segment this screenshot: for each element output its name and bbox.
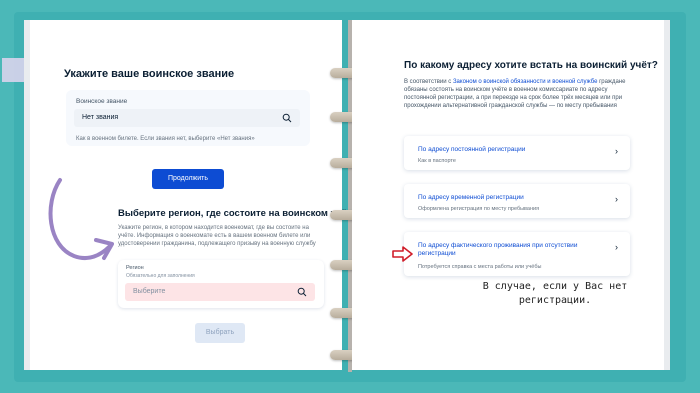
region-title: Выберите регион, где состоите на воинско… (118, 208, 357, 219)
region-field-label: Регион (126, 265, 144, 271)
search-icon[interactable] (297, 287, 307, 297)
search-icon[interactable] (282, 113, 292, 123)
option-actual-residence[interactable]: По адресу фактического проживания при от… (404, 232, 630, 276)
chevron-right-icon: › (615, 242, 618, 252)
continue-button[interactable]: Продолжить (152, 169, 224, 189)
note-line-2: регистрации. (518, 294, 592, 306)
region-description: Укажите регион, в котором находится воен… (118, 225, 316, 248)
handwritten-note: В случае, если у Вас нет регистрации. (460, 280, 650, 307)
right-page-edge (664, 20, 670, 370)
option-permanent-registration[interactable]: По адресу постоянной регистрации Как в п… (404, 136, 630, 170)
option-temporary-registration[interactable]: По адресу временной регистрации Оформлен… (404, 184, 630, 218)
rank-field-label: Воинское звание (76, 98, 128, 105)
red-arrow-icon (392, 246, 413, 262)
rank-field[interactable]: Нет звания (74, 109, 300, 127)
chevron-right-icon: › (615, 194, 618, 204)
rank-hint: Как в военном билете. Если звания нет, в… (76, 136, 255, 142)
note-line-1: В случае, если у Вас нет (482, 281, 628, 292)
law-link[interactable]: Законом о воинской обязанности и военной… (453, 79, 597, 85)
chevron-right-icon: › (615, 146, 618, 156)
region-placeholder: Выберите (133, 288, 166, 295)
option-title: По адресу постоянной регистрации (418, 146, 526, 153)
select-button[interactable]: Выбрать (195, 323, 245, 343)
rank-title: Укажите ваше воинское звание (64, 68, 235, 80)
option-subtitle: Оформлена регистрация по месту пребывани… (418, 206, 540, 212)
option-subtitle: Потребуется справка с места работы или у… (418, 264, 542, 270)
address-title: По какому адресу хотите встать на воинск… (404, 60, 658, 71)
left-page-edge (24, 20, 30, 370)
option-title: По адресу временной регистрации (418, 194, 524, 201)
option-title: По адресу фактического проживания при от… (418, 242, 578, 258)
purple-arrow-icon (48, 178, 114, 261)
region-select[interactable]: Выберите (125, 283, 315, 301)
rank-field-value: Нет звания (82, 114, 119, 121)
address-intro: В соответствии с Законом о воинской обяз… (404, 79, 626, 110)
region-required-text: Обязательно для заполнения (126, 273, 195, 279)
option-subtitle: Как в паспорте (418, 158, 456, 164)
